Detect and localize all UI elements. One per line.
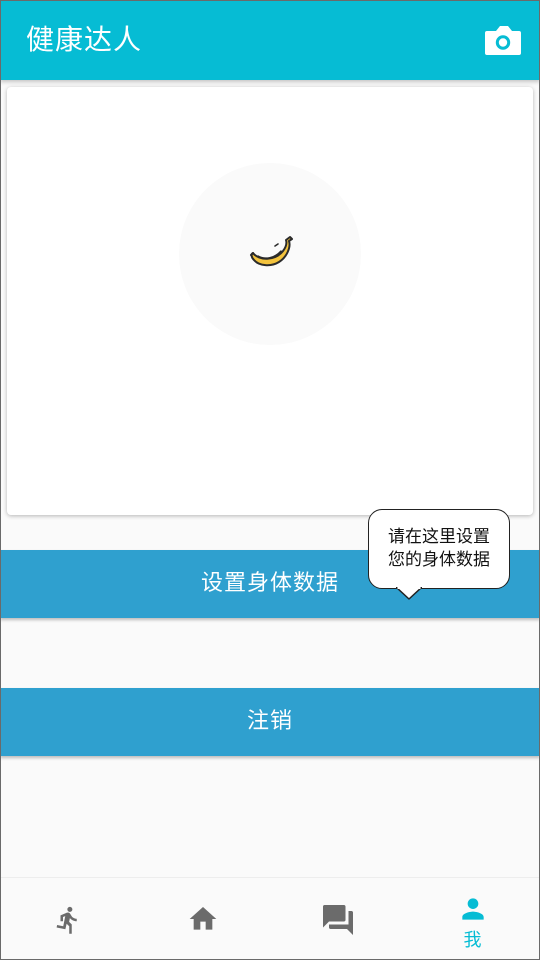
- app-bar: 健康达人: [0, 0, 540, 80]
- camera-icon[interactable]: [484, 22, 522, 58]
- tooltip-line-1: 请在这里设置: [388, 527, 490, 547]
- avatar[interactable]: [179, 163, 361, 345]
- run-icon: [53, 903, 83, 937]
- nav-item-me[interactable]: 我: [405, 878, 540, 960]
- app-title: 健康达人: [26, 23, 143, 56]
- bottom-nav: 我: [0, 877, 540, 960]
- hint-tooltip: 请在这里设置 您的身体数据: [368, 509, 510, 589]
- nav-item-run[interactable]: [0, 878, 135, 960]
- banana-icon: [250, 236, 293, 267]
- chat-icon: [320, 902, 356, 938]
- tooltip-line-2: 您的身体数据: [388, 550, 490, 570]
- nav-label-me: 我: [463, 930, 482, 951]
- person-icon: [457, 893, 489, 925]
- nav-item-home[interactable]: [135, 878, 270, 960]
- nav-item-chat[interactable]: [270, 878, 405, 960]
- logout-button[interactable]: 注销: [0, 688, 540, 756]
- home-icon: [186, 903, 220, 935]
- profile-card: [7, 87, 533, 515]
- tooltip-tail: [396, 587, 422, 600]
